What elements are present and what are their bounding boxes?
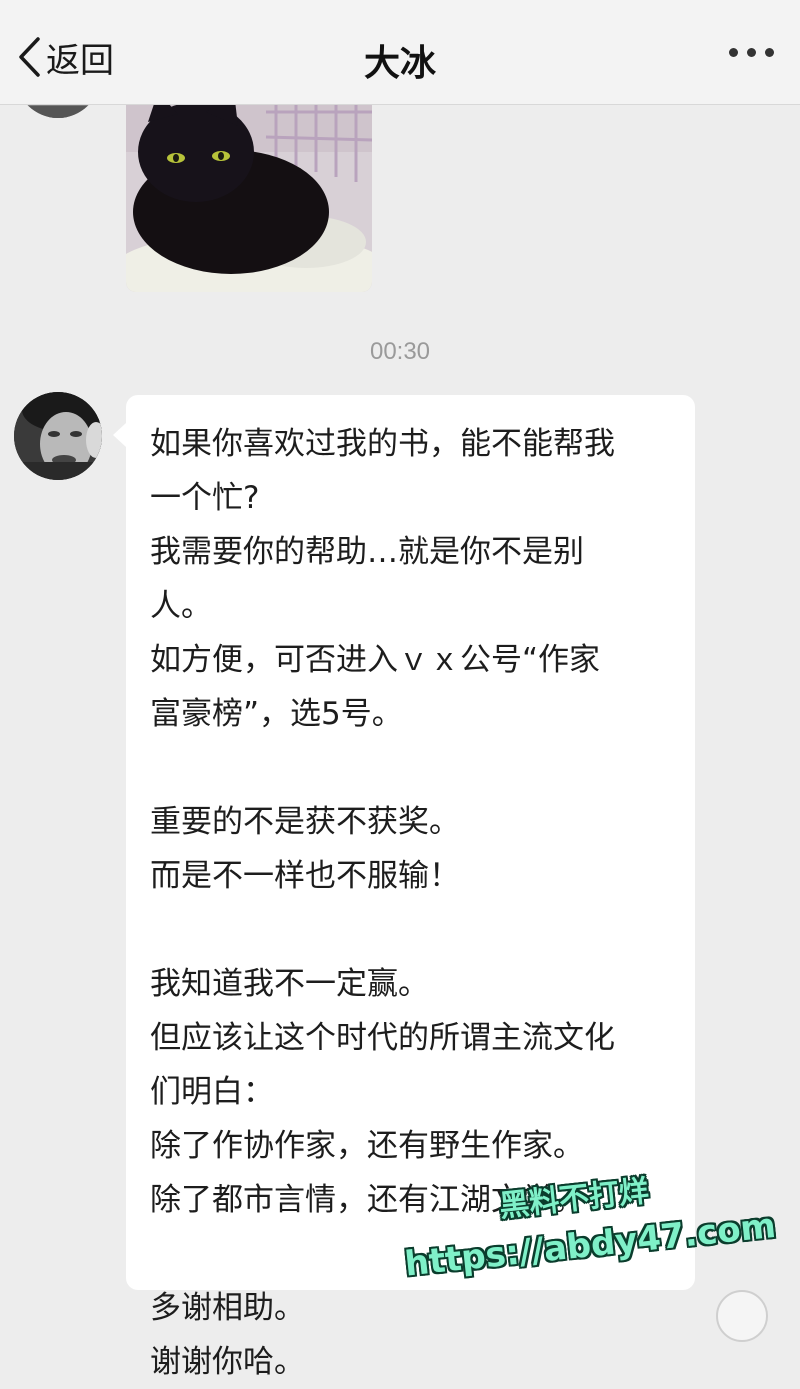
message-line: 一个忙?: [150, 480, 260, 516]
more-dots-icon[interactable]: [729, 48, 774, 57]
message-line: 我知道我不一定赢。: [150, 966, 429, 1002]
message-line: 但应该让这个时代的所谓主流文化: [150, 1020, 615, 1056]
chat-title: 大冰: [363, 43, 436, 84]
message-line: 如方便，可否进入ｖｘ公号“作家: [150, 642, 601, 678]
cat-photo-image[interactable]: [126, 92, 372, 292]
message-line: 们明白：: [150, 1074, 274, 1110]
message-bubble[interactable]: 如果你喜欢过我的书，能不能帮我 一个忙? 我需要你的帮助…就是你不是别 人。 如…: [113, 395, 695, 1380]
message-timestamp: 00:30: [369, 338, 431, 365]
message-line: 富豪榜”，选5号。: [150, 696, 403, 732]
contact-avatar[interactable]: [14, 392, 102, 480]
message-line: 而是不一样也不服输！: [150, 858, 460, 894]
emoji-icon[interactable]: [716, 1290, 768, 1342]
message-line: [150, 741, 675, 795]
message-line: 谢谢你哈。: [150, 1344, 305, 1380]
message-line: 除了作协作家，还有野生作家。: [150, 1128, 584, 1164]
message-line: 人。: [150, 588, 212, 624]
message-line: [150, 903, 675, 957]
message-line: 如果你喜欢过我的书，能不能帮我: [150, 426, 615, 462]
message-line: 我需要你的帮助…就是你不是别: [150, 534, 584, 570]
top-nav-bar: 返回 大冰: [0, 0, 800, 105]
message-line: 重要的不是获不获奖。: [150, 804, 460, 840]
